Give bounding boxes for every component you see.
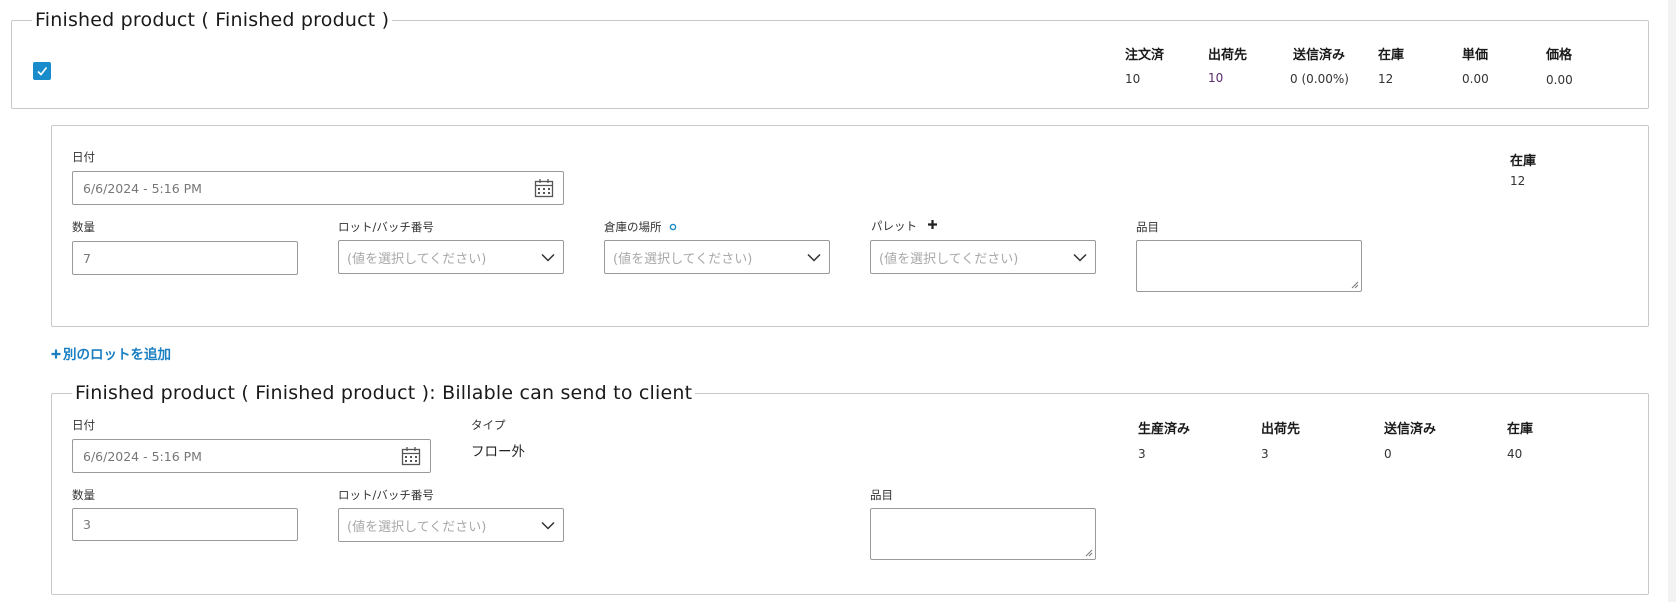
resize-grip-icon[interactable] — [1351, 281, 1359, 289]
col-ordered-value: 10 — [1125, 72, 1141, 86]
col-price-value: 0.00 — [1546, 73, 1573, 87]
lot-pallet-placeholder: (値を選択してください) — [879, 251, 1019, 267]
col-unitprice-value: 0.00 — [1462, 72, 1489, 86]
chevron-down-icon — [541, 521, 555, 530]
col-stock-value: 12 — [1378, 72, 1394, 86]
lot-stock-value: 12 — [1510, 174, 1526, 188]
lot-qty-value: 7 — [83, 250, 91, 266]
billable-qty-value: 3 — [83, 517, 91, 532]
product-select-checkbox[interactable] — [33, 62, 51, 80]
lot-date-input[interactable]: 6/6/2024 - 5:16 PM — [72, 171, 564, 205]
calendar-icon[interactable] — [401, 446, 421, 466]
lot-item-label: 品目 — [1136, 220, 1159, 234]
col-sent2-header: 送信済み — [1384, 422, 1437, 437]
col-stock2-value: 40 — [1507, 447, 1523, 461]
lot-batch-select[interactable]: (値を選択してください) — [338, 240, 564, 274]
col-shipto2-value: 3 — [1261, 447, 1269, 461]
col-produced-value: 3 — [1138, 447, 1146, 461]
col-shipto-header: 出荷先 — [1208, 48, 1248, 63]
billable-qty-input[interactable]: 3 — [72, 508, 298, 541]
lot-date-value: 6/6/2024 - 5:16 PM — [83, 180, 202, 196]
lot-batch-placeholder: (値を選択してください) — [347, 251, 487, 267]
billable-qty-label: 数量 — [72, 488, 95, 502]
add-lot-link[interactable]: 別のロットを追加 — [51, 343, 171, 363]
col-stock2-header: 在庫 — [1507, 422, 1534, 437]
col-shipto-value: 10 — [1208, 71, 1224, 85]
billable-date-label: 日付 — [72, 418, 95, 432]
lot-location-label: 倉庫の場所 — [604, 219, 677, 235]
billable-date-value: 6/6/2024 - 5:16 PM — [83, 448, 202, 464]
billable-batch-select[interactable]: (値を選択してください) — [338, 508, 564, 542]
billable-item-label: 品目 — [870, 488, 893, 502]
billable-batch-label: ロット/バッチ番号 — [338, 488, 434, 502]
billable-batch-placeholder: (値を選択してください) — [347, 519, 487, 535]
billable-section: Finished product ( Finished product ): B… — [51, 382, 1649, 595]
col-sent-header: 送信済み — [1293, 48, 1346, 63]
col-produced-header: 生産済み — [1138, 422, 1191, 437]
billable-date-input[interactable]: 6/6/2024 - 5:16 PM — [72, 439, 431, 473]
lot-stock-header: 在庫 — [1510, 154, 1537, 169]
lot-item-textarea[interactable] — [1136, 240, 1362, 292]
billable-section-legend: Finished product ( Finished product ): B… — [75, 382, 693, 404]
col-stock-header: 在庫 — [1378, 48, 1405, 63]
col-unitprice-header: 単価 — [1462, 48, 1489, 63]
resize-grip-icon[interactable] — [1085, 549, 1093, 557]
info-dot-icon — [669, 223, 677, 231]
plus-icon — [51, 349, 61, 359]
col-sent2-value: 0 — [1384, 447, 1392, 461]
add-lot-label: 別のロットを追加 — [63, 347, 171, 363]
page-scrollbar[interactable] — [1668, 0, 1676, 602]
lot-qty-input[interactable]: 7 — [72, 241, 298, 275]
lot-qty-label: 数量 — [72, 220, 95, 234]
billable-item-textarea[interactable] — [870, 508, 1096, 560]
lot-batch-label: ロット/バッチ番号 — [338, 220, 434, 234]
billable-type-label: タイプ — [471, 418, 506, 432]
lot-location-placeholder: (値を選択してください) — [613, 251, 753, 267]
check-icon — [37, 67, 48, 76]
lot-date-label: 日付 — [72, 150, 95, 164]
lot-pallet-label: パレット — [871, 218, 938, 234]
lot-location-select[interactable]: (値を選択してください) — [604, 240, 830, 274]
col-ordered-header: 注文済 — [1125, 48, 1165, 63]
chevron-down-icon — [1073, 253, 1087, 262]
plus-icon[interactable] — [927, 219, 938, 230]
calendar-icon[interactable] — [534, 178, 554, 198]
lot-pallet-select[interactable]: (値を選択してください) — [870, 240, 1096, 274]
lot-panel — [51, 125, 1649, 327]
billable-type-value: フロー外 — [471, 444, 525, 460]
col-shipto2-header: 出荷先 — [1261, 422, 1301, 437]
product-summary-legend: Finished product ( Finished product ) — [35, 9, 390, 31]
col-price-header: 価格 — [1546, 48, 1573, 63]
col-sent-value: 0 (0.00%) — [1290, 72, 1349, 86]
chevron-down-icon — [807, 253, 821, 262]
chevron-down-icon — [541, 253, 555, 262]
